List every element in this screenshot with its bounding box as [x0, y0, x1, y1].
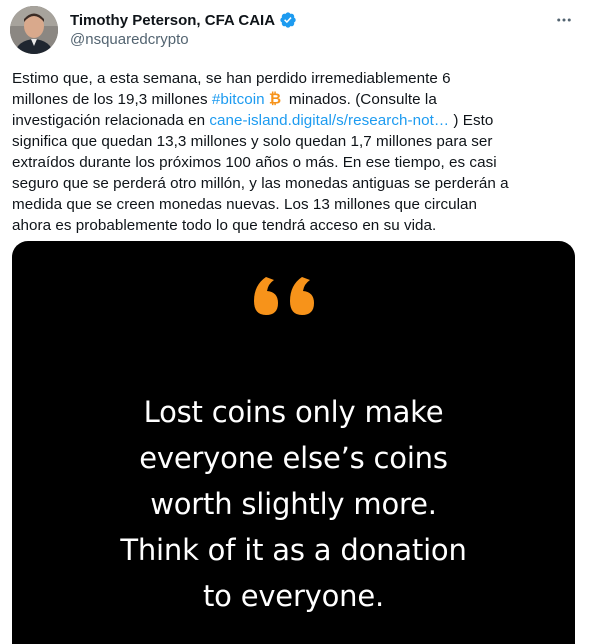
- media-quote-line: Think of it as a donation: [120, 533, 467, 567]
- tweet-text-line: Estimo que, a esta semana, se han perdid…: [12, 70, 451, 87]
- avatar-image: [10, 6, 58, 54]
- media-quote-line: to everyone.: [202, 579, 385, 613]
- avatar[interactable]: [10, 6, 58, 54]
- verified-badge-icon: [279, 11, 297, 29]
- tweet-text-line: medida que se creen monedas nuevas. Los …: [12, 196, 478, 213]
- media-quote-line: worth slightly more.: [150, 487, 437, 521]
- tweet: Timothy Peterson, CFA CAIA @nsquaredcryp…: [0, 0, 596, 644]
- bitcoin-emoji-icon: ₿: [267, 90, 283, 108]
- svg-text:₿: ₿: [269, 90, 281, 106]
- tweet-text-line: investigación relacionada en cane-island…: [12, 110, 586, 131]
- tweet-text-line: ahora es probablemente todo lo que tendr…: [12, 217, 437, 234]
- more-options-button[interactable]: [552, 10, 576, 30]
- research-link[interactable]: cane-island.digital/s/research-not…: [209, 112, 449, 129]
- author-name-row: Timothy Peterson, CFA CAIA: [70, 10, 297, 30]
- author-display-name[interactable]: Timothy Peterson, CFA CAIA: [70, 12, 275, 29]
- media-quote-text: Lost coins only make everyone else’s coi…: [12, 389, 575, 619]
- tweet-text-segment: investigación relacionada en: [12, 112, 210, 129]
- media-quote-line: everyone else’s coins: [139, 441, 448, 475]
- tweet-text-line: seguro que se perderá otro millón, y las…: [12, 175, 509, 192]
- tweet-text-segment: minados. (Consulte la: [284, 91, 437, 108]
- tweet-text: Estimo que, a esta semana, se han perdid…: [12, 68, 586, 236]
- hashtag-link[interactable]: #bitcoin: [212, 91, 265, 108]
- author-handle[interactable]: @nsquaredcrypto: [70, 31, 189, 48]
- more-options-icon: [557, 18, 571, 22]
- media-quote-line: Lost coins only make: [143, 395, 444, 429]
- tweet-media-image[interactable]: Lost coins only make everyone else’s coi…: [12, 241, 575, 644]
- tweet-text-segment: ) Esto: [449, 112, 494, 129]
- tweet-text-segment: millones de los 19,3 millones: [12, 91, 212, 108]
- tweet-text-line: significa que quedan 13,3 millones y sol…: [12, 133, 493, 150]
- quotation-mark-icon: [254, 277, 314, 315]
- tweet-text-line: extraídos durante los próximos 100 años …: [12, 154, 497, 171]
- tweet-text-line: millones de los 19,3 millones #bitcoin ₿ …: [12, 89, 586, 110]
